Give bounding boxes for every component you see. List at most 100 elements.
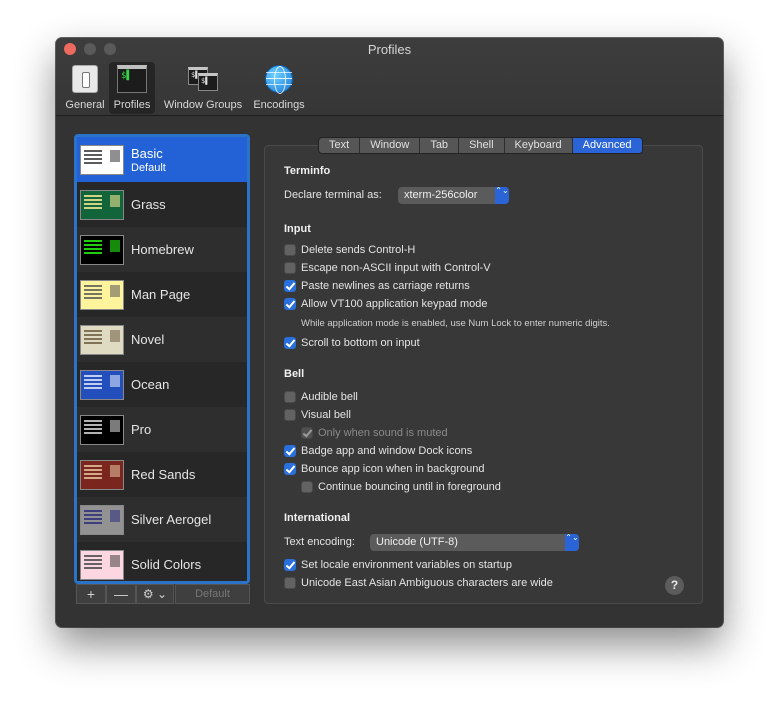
toolbar-encodings[interactable]: Encodings — [250, 62, 308, 114]
profile-actions-menu[interactable]: ⚙ ⌄ — [136, 584, 174, 604]
vt100-keypad-option[interactable]: Allow VT100 application keypad mode — [284, 298, 488, 310]
profile-default-label: Default — [131, 161, 166, 174]
tab-window[interactable]: Window — [360, 138, 421, 153]
profile-text: Grass — [131, 197, 166, 212]
only-when-muted-checkbox — [301, 427, 313, 439]
profile-thumbnail — [80, 369, 124, 400]
vt100-keypad-checkbox[interactable] — [284, 298, 296, 310]
only-when-muted-option: Only when sound is muted — [301, 427, 448, 439]
terminal-profiles-icon: $▌ — [117, 65, 147, 93]
option-label: Bounce app icon when in background — [301, 463, 485, 475]
audible-bell-option[interactable]: Audible bell — [284, 391, 358, 403]
tab-shell[interactable]: Shell — [459, 138, 505, 153]
badge-icons-option[interactable]: Badge app and window Dock icons — [284, 445, 472, 457]
profile-thumbnail — [80, 144, 124, 175]
toolbar-general[interactable]: General — [64, 62, 106, 114]
scroll-bottom-option[interactable]: Scroll to bottom on input — [284, 337, 420, 349]
tab-text[interactable]: Text — [319, 138, 361, 153]
toolbar-window-groups[interactable]: $▌ $▌ Window Groups — [160, 62, 246, 114]
profile-item-ocean[interactable]: Ocean — [77, 362, 247, 407]
profile-name: Red Sands — [131, 467, 196, 482]
paste-newlines-option[interactable]: Paste newlines as carriage returns — [284, 280, 470, 292]
profile-thumbnail — [80, 279, 124, 310]
profile-item-novel[interactable]: Novel — [77, 317, 247, 362]
vt100-keypad-note: While application mode is enabled, use N… — [301, 318, 610, 329]
option-label: Visual bell — [301, 409, 351, 421]
set-locale-checkbox[interactable] — [284, 559, 296, 571]
profile-item-basic[interactable]: Basic Default — [77, 137, 247, 182]
profile-text: Pro — [131, 422, 151, 437]
scroll-bottom-checkbox[interactable] — [284, 337, 296, 349]
profile-text: Man Page — [131, 287, 190, 302]
profile-thumbnail — [80, 414, 124, 445]
bounce-icon-checkbox[interactable] — [284, 463, 296, 475]
visual-bell-checkbox[interactable] — [284, 409, 296, 421]
window-title: Profiles — [367, 42, 412, 57]
remove-profile-button[interactable]: — — [106, 584, 136, 604]
tab-advanced[interactable]: Advanced — [572, 138, 642, 153]
profile-item-silver-aerogel[interactable]: Silver Aerogel — [77, 497, 247, 542]
toolbar-profiles[interactable]: $▌ Profiles — [109, 62, 155, 114]
declare-terminal-value: xterm-256color — [404, 189, 478, 201]
option-label: Allow VT100 application keypad mode — [301, 298, 488, 310]
profile-thumbnail — [80, 504, 124, 535]
tab-keyboard[interactable]: Keyboard — [505, 138, 573, 153]
general-icon — [72, 65, 98, 93]
profile-item-homebrew[interactable]: Homebrew — [77, 227, 247, 272]
profile-name: Ocean — [131, 377, 170, 392]
toolbar-label: Window Groups — [163, 99, 243, 111]
profile-item-red-sands[interactable]: Red Sands — [77, 452, 247, 497]
set-default-profile-button[interactable]: Default — [175, 584, 250, 604]
profile-item-solid-colors[interactable]: Solid Colors — [77, 542, 247, 581]
add-profile-button[interactable]: + — [76, 584, 106, 604]
profile-item-man-page[interactable]: Man Page — [77, 272, 247, 317]
profile-text: Novel — [131, 332, 164, 347]
text-encoding-label: Text encoding: — [284, 536, 355, 548]
profile-name: Grass — [131, 197, 166, 212]
east-asian-wide-checkbox[interactable] — [284, 577, 296, 589]
text-encoding-select[interactable]: Unicode (UTF-8) ⌃⌄ — [370, 534, 579, 551]
profile-name: Man Page — [131, 287, 191, 302]
profile-list[interactable]: Basic Default Grass Homebrew Man Page Novel Oc… — [74, 134, 250, 584]
paste-newlines-checkbox[interactable] — [284, 280, 296, 292]
bounce-icon-option[interactable]: Bounce app icon when in background — [284, 463, 484, 475]
audible-bell-checkbox[interactable] — [284, 391, 296, 403]
option-label: Delete sends Control-H — [301, 244, 416, 256]
profile-text: Homebrew — [131, 242, 194, 257]
profile-name: Silver Aerogel — [131, 512, 212, 527]
visual-bell-option[interactable]: Visual bell — [284, 409, 351, 421]
profile-item-pro[interactable]: Pro — [77, 407, 247, 452]
delete-ctrl-h-option[interactable]: Delete sends Control-H — [284, 244, 415, 256]
escape-non-ascii-option[interactable]: Escape non-ASCII input with Control-V — [284, 262, 491, 274]
option-label: Escape non-ASCII input with Control-V — [301, 262, 491, 274]
option-label: Badge app and window Dock icons — [301, 445, 473, 457]
title-bar: Profiles General $▌ Profiles $▌ $▌ Window… — [56, 38, 723, 116]
international-heading: International — [284, 512, 351, 524]
profile-thumbnail — [80, 189, 124, 220]
profile-text: Basic Default — [131, 146, 166, 174]
option-label: Continue bouncing until in foreground — [318, 481, 501, 493]
profile-text: Solid Colors — [131, 557, 201, 572]
declare-terminal-select[interactable]: xterm-256color ⌃⌄ — [398, 187, 509, 204]
help-button[interactable]: ? — [665, 576, 684, 595]
profile-thumbnail — [80, 549, 124, 580]
continue-bouncing-option[interactable]: Continue bouncing until in foreground — [301, 481, 501, 493]
terminfo-heading: Terminfo — [284, 165, 331, 177]
delete-ctrl-h-checkbox[interactable] — [284, 244, 296, 256]
toolbar-label: Profiles — [113, 99, 151, 111]
profile-thumbnail — [80, 234, 124, 265]
profile-text: Red Sands — [131, 467, 195, 482]
set-locale-option[interactable]: Set locale environment variables on star… — [284, 559, 512, 571]
escape-non-ascii-checkbox[interactable] — [284, 262, 296, 274]
profile-name: Pro — [131, 422, 152, 437]
profile-text: Ocean — [131, 377, 169, 392]
profile-thumbnail — [80, 324, 124, 355]
profile-name: Novel — [131, 332, 165, 347]
continue-bouncing-checkbox[interactable] — [301, 481, 313, 493]
badge-icons-checkbox[interactable] — [284, 445, 296, 457]
profiles-window: Profiles General $▌ Profiles $▌ $▌ Window… — [56, 38, 723, 627]
profile-item-grass[interactable]: Grass — [77, 182, 247, 227]
profile-thumbnail — [80, 459, 124, 490]
east-asian-wide-option[interactable]: Unicode East Asian Ambiguous characters … — [284, 577, 553, 589]
tab-tab[interactable]: Tab — [420, 138, 460, 153]
